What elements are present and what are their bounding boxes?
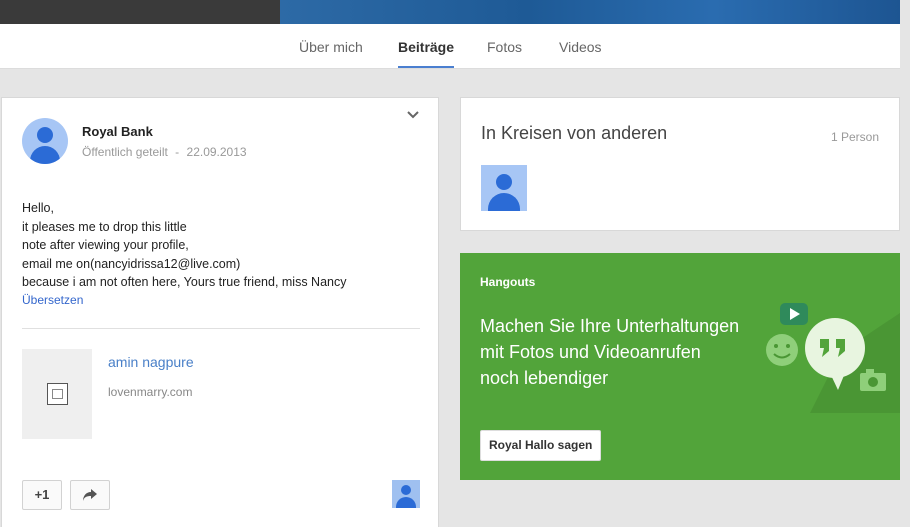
tab-posts[interactable]: Beiträge	[398, 24, 455, 68]
tab-videos[interactable]: Videos	[559, 24, 602, 68]
hangouts-label: Hangouts	[480, 275, 536, 289]
video-play-icon	[780, 303, 808, 325]
avatar-body	[396, 497, 416, 508]
avatar-head	[401, 485, 411, 495]
post-line: because i am not often here, Yours true …	[22, 275, 347, 289]
circles-title: In Kreisen von anderen	[481, 123, 668, 143]
say-hello-button[interactable]: Royal Hallo sagen	[480, 430, 602, 461]
page-edge	[900, 0, 910, 523]
hangouts-illustration	[766, 303, 900, 413]
post-date[interactable]: 22.09.2013	[187, 145, 247, 159]
cover-photo	[280, 0, 900, 24]
avatar-body	[488, 193, 520, 211]
link-title[interactable]: amin nagpure	[108, 354, 194, 370]
link-thumbnail[interactable]	[22, 349, 92, 439]
circle-member-avatar[interactable]	[481, 165, 527, 211]
document-icon	[47, 383, 68, 405]
link-domain: lovenmarry.com	[108, 385, 193, 399]
circles-count[interactable]: 1 Person	[831, 130, 879, 144]
share-arrow-icon	[83, 489, 97, 501]
post-visibility[interactable]: Öffentlich geteilt	[82, 145, 168, 159]
share-button[interactable]	[70, 480, 110, 510]
profile-tabs: Über mich Beiträge Fotos Videos	[0, 24, 900, 69]
tab-about[interactable]: Über mich	[299, 24, 363, 68]
plus-one-button[interactable]: +1	[22, 480, 62, 510]
divider	[22, 328, 420, 329]
post-line: email me on(nancyidrissa12@live.com)	[22, 256, 241, 271]
avatar-body	[30, 146, 60, 164]
post-meta: Öffentlich geteilt - 22.09.2013	[82, 145, 247, 159]
post-card: Royal Bank Öffentlich geteilt - 22.09.20…	[1, 97, 439, 527]
promo-line: mit Fotos und Videoanrufen	[480, 342, 701, 362]
circles-card: In Kreisen von anderen 1 Person	[460, 97, 900, 231]
avatar-head	[496, 174, 512, 190]
promo-line: Machen Sie Ihre Unterhaltungen	[480, 316, 740, 336]
chevron-down-icon[interactable]	[406, 108, 420, 122]
translate-link[interactable]: Übersetzen	[22, 293, 83, 307]
post-body: Hello, it pleases me to drop this little…	[22, 199, 422, 292]
commenter-avatar[interactable]	[392, 480, 420, 508]
hangouts-promo-text: Machen Sie Ihre Unterhaltungen mit Fotos…	[480, 313, 780, 391]
tab-photos[interactable]: Fotos	[487, 24, 522, 68]
post-line: it pleases me to drop this little	[22, 219, 187, 234]
hangouts-card: Hangouts Machen Sie Ihre Unterhaltungen …	[460, 253, 900, 480]
author-avatar[interactable]	[22, 118, 68, 164]
post-line: Hello,	[22, 201, 54, 215]
avatar-head	[37, 127, 53, 143]
promo-line: noch lebendiger	[480, 368, 609, 388]
post-line: note after viewing your profile,	[22, 238, 189, 252]
cover-photo-left	[0, 0, 280, 24]
post-author[interactable]: Royal Bank	[82, 124, 153, 139]
meta-separator: -	[175, 145, 180, 159]
smiley-icon	[766, 334, 798, 366]
